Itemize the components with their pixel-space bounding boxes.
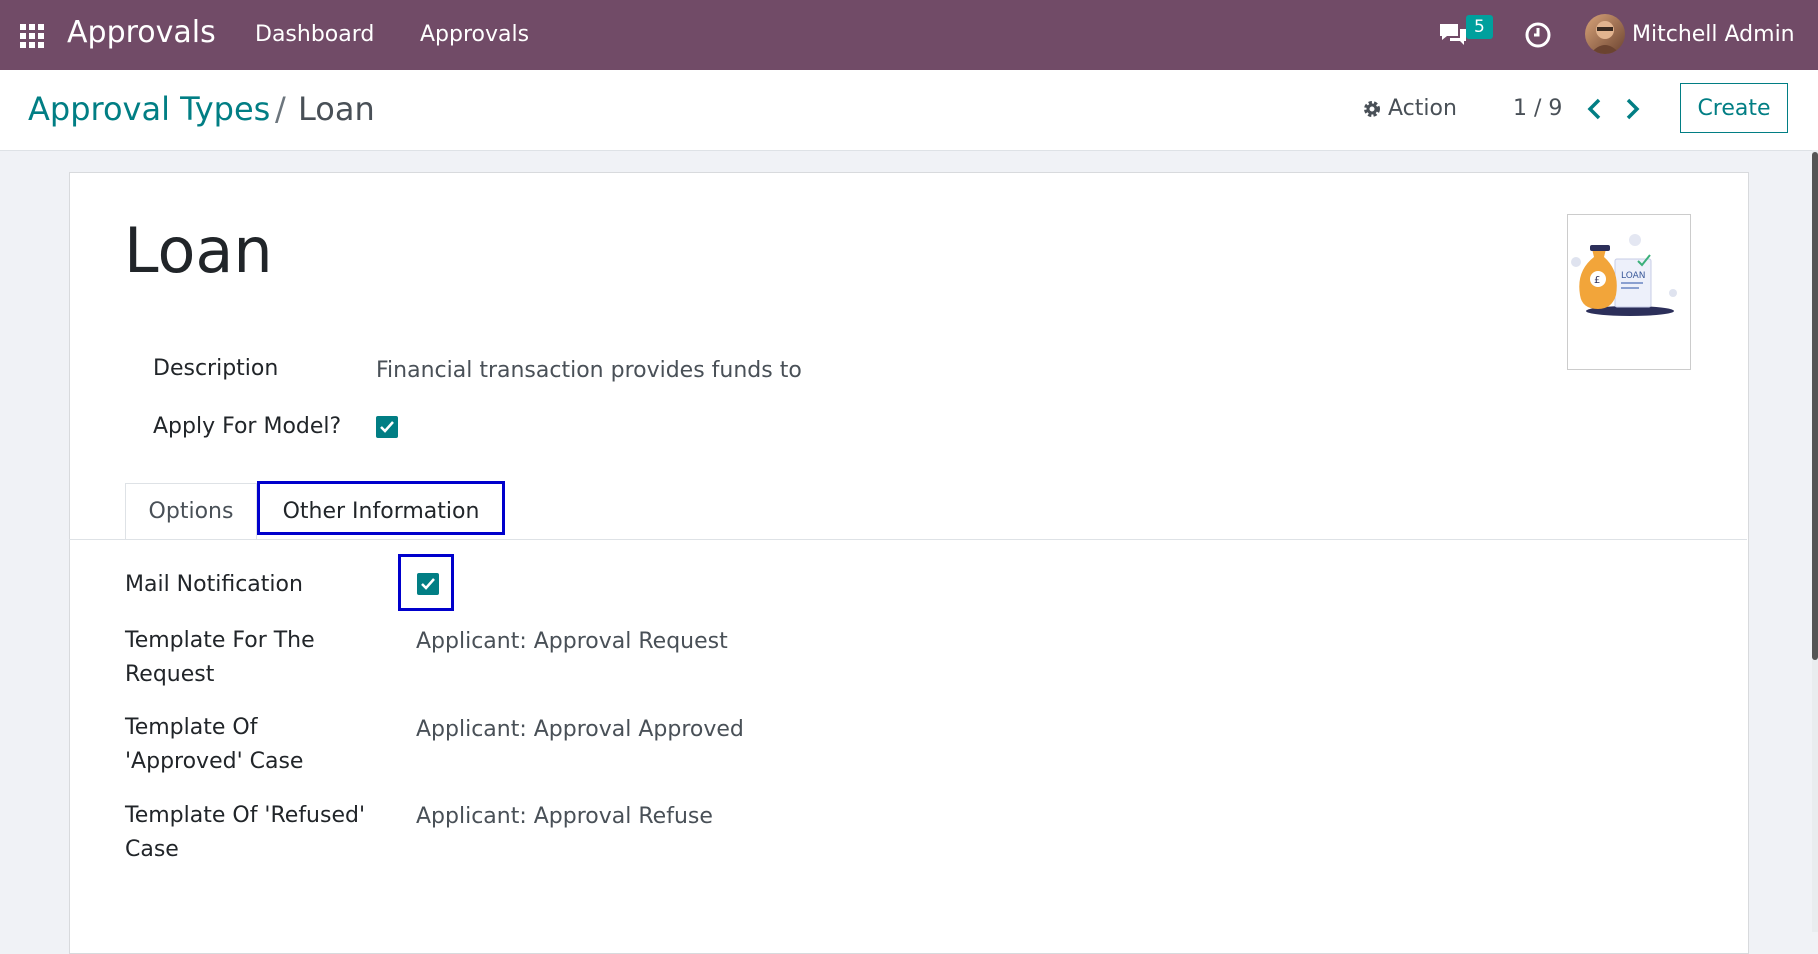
breadcrumb-separator: / bbox=[275, 90, 286, 128]
template-refused-field[interactable]: Applicant: Approval Refuse bbox=[416, 800, 713, 834]
chevron-right-icon[interactable] bbox=[1620, 96, 1644, 122]
template-refused-label: Template Of 'Refused' Case bbox=[125, 803, 366, 862]
create-button[interactable]: Create bbox=[1680, 83, 1788, 133]
action-label: Action bbox=[1388, 96, 1457, 121]
app-name[interactable]: Approvals bbox=[67, 15, 216, 50]
mail-notification-label: Mail Notification bbox=[125, 572, 303, 597]
template-request-label: Template For The Request bbox=[125, 628, 315, 687]
breadcrumb-approval-types[interactable]: Approval Types bbox=[28, 90, 270, 128]
tabs-divider bbox=[69, 539, 1747, 540]
checkbox-highlight-box bbox=[398, 554, 454, 611]
action-button[interactable]: Action bbox=[1362, 96, 1457, 121]
scrollbar-thumb[interactable] bbox=[1812, 152, 1818, 660]
tab-highlight-box bbox=[257, 481, 505, 535]
template-approved-label: Template Of 'Approved' Case bbox=[125, 715, 304, 774]
clock-icon[interactable] bbox=[1523, 20, 1553, 50]
pager-value[interactable]: 1 / 9 bbox=[1513, 96, 1562, 121]
description-label: Description bbox=[153, 356, 279, 381]
record-image[interactable]: LOAN £ bbox=[1567, 214, 1691, 370]
check-icon bbox=[380, 421, 394, 433]
menu-dashboard[interactable]: Dashboard bbox=[255, 22, 374, 47]
chevron-left-icon[interactable] bbox=[1583, 96, 1607, 122]
user-name[interactable]: Mitchell Admin bbox=[1632, 22, 1795, 47]
record-title[interactable]: Loan bbox=[124, 214, 273, 287]
svg-text:£: £ bbox=[1594, 275, 1600, 286]
chat-icon[interactable] bbox=[1437, 20, 1469, 50]
breadcrumb-current: Loan bbox=[298, 90, 375, 128]
apply-model-label: Apply For Model? bbox=[153, 414, 342, 439]
user-avatar[interactable] bbox=[1585, 14, 1625, 54]
apps-grid-icon[interactable] bbox=[20, 24, 46, 48]
template-approved-field[interactable]: Applicant: Approval Approved bbox=[416, 713, 744, 747]
gear-icon bbox=[1364, 100, 1380, 117]
description-field[interactable]: Financial transaction provides funds to bbox=[376, 354, 802, 388]
apply-model-checkbox[interactable] bbox=[376, 416, 398, 438]
messages-count-badge: 5 bbox=[1466, 15, 1493, 39]
template-request-field[interactable]: Applicant: Approval Request bbox=[416, 625, 728, 659]
tab-options[interactable]: Options bbox=[125, 483, 257, 539]
top-navbar: Approvals Dashboard Approvals 5 Mitchell… bbox=[0, 0, 1818, 70]
control-panel: Approval Types / Loan Action 1 / 9 Creat… bbox=[0, 70, 1818, 151]
svg-text:LOAN: LOAN bbox=[1621, 271, 1646, 281]
menu-approvals[interactable]: Approvals bbox=[420, 22, 529, 47]
